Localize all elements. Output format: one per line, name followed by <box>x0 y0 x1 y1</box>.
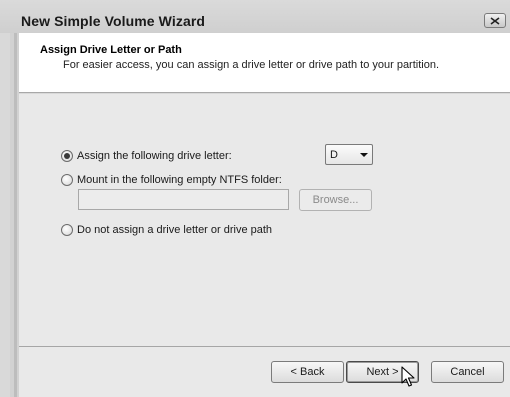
drive-letter-select[interactable]: D <box>325 144 373 165</box>
page-subtitle: For easier access, you can assign a driv… <box>63 59 440 71</box>
chevron-down-icon <box>360 153 368 157</box>
radio-mount-folder[interactable] <box>61 174 73 186</box>
browse-button[interactable]: Browse... <box>299 189 372 211</box>
mouse-pointer-icon <box>401 366 415 387</box>
wizard-content <box>19 94 510 346</box>
no-assign-label[interactable]: Do not assign a drive letter or drive pa… <box>77 224 272 236</box>
page-title: Assign Drive Letter or Path <box>40 44 182 56</box>
radio-no-assign[interactable] <box>61 224 73 236</box>
cancel-button[interactable]: Cancel <box>431 361 504 383</box>
radio-assign-letter[interactable] <box>61 150 73 162</box>
close-icon <box>490 16 500 25</box>
window-title: New Simple Volume Wizard <box>21 13 206 29</box>
close-button[interactable] <box>484 13 506 28</box>
assign-letter-label[interactable]: Assign the following drive letter: <box>77 150 232 162</box>
wizard-window: New Simple Volume Wizard Assign Drive Le… <box>0 0 510 397</box>
wizard-header: Assign Drive Letter or Path For easier a… <box>19 33 510 93</box>
mount-folder-label[interactable]: Mount in the following empty NTFS folder… <box>77 174 282 186</box>
title-bar[interactable]: New Simple Volume Wizard <box>0 0 510 33</box>
window-frame-edge <box>14 33 17 397</box>
radio-selected-dot <box>64 153 70 159</box>
folder-path-input[interactable] <box>78 189 289 210</box>
back-button[interactable]: < Back <box>271 361 344 383</box>
drive-letter-value: D <box>330 149 338 161</box>
